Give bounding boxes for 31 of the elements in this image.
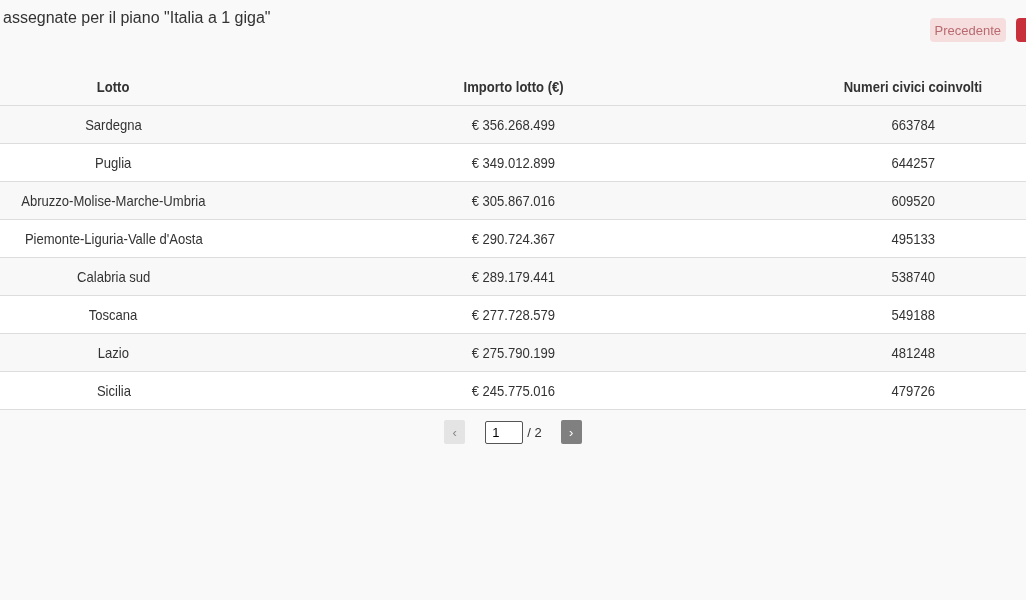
- table-cell: Piemonte-Liguria-Valle d'Aosta: [24, 230, 203, 247]
- table-cell: Sicilia: [96, 382, 131, 399]
- page-title: assegnate per il piano "Italia a 1 giga": [2, 8, 271, 27]
- table-cell: 481248: [891, 344, 935, 361]
- table-cell: Abruzzo-Molise-Marche-Umbria: [21, 192, 206, 209]
- table-cell: Calabria sud: [76, 268, 151, 285]
- table-cell: Toscana: [89, 306, 138, 323]
- column-header: Numeri civici coinvolti: [843, 78, 983, 95]
- table-cell: € 277.728.579: [471, 306, 556, 323]
- table-cell: Lazio: [97, 344, 130, 361]
- column-header: Lotto: [97, 78, 130, 95]
- table-cell: 479726: [891, 382, 935, 399]
- table-cell: € 349.012.899: [471, 154, 556, 171]
- table-cell: Sardegna: [85, 116, 142, 133]
- table-cell: € 275.790.199: [471, 344, 556, 361]
- table-cell: 495133: [891, 230, 935, 247]
- table-cell: 538740: [891, 268, 935, 285]
- table-cell: Puglia: [95, 154, 132, 171]
- table-cell: 609520: [891, 192, 935, 209]
- table-cell: € 245.775.016: [471, 382, 556, 399]
- table-cell: € 289.179.441: [471, 268, 556, 285]
- page-total: / 2: [527, 424, 542, 440]
- table-cell: € 290.724.367: [471, 230, 556, 247]
- table-cell: 549188: [891, 306, 935, 323]
- table-cell: 644257: [891, 154, 935, 171]
- column-header: Importo lotto (€): [463, 78, 564, 95]
- next-page-button[interactable]: ›: [560, 420, 582, 444]
- table-cell: 663784: [891, 116, 935, 133]
- table-cell: € 305.867.016: [471, 192, 556, 209]
- page-input[interactable]: 1: [485, 420, 524, 444]
- table-cell: € 356.268.499: [471, 116, 556, 133]
